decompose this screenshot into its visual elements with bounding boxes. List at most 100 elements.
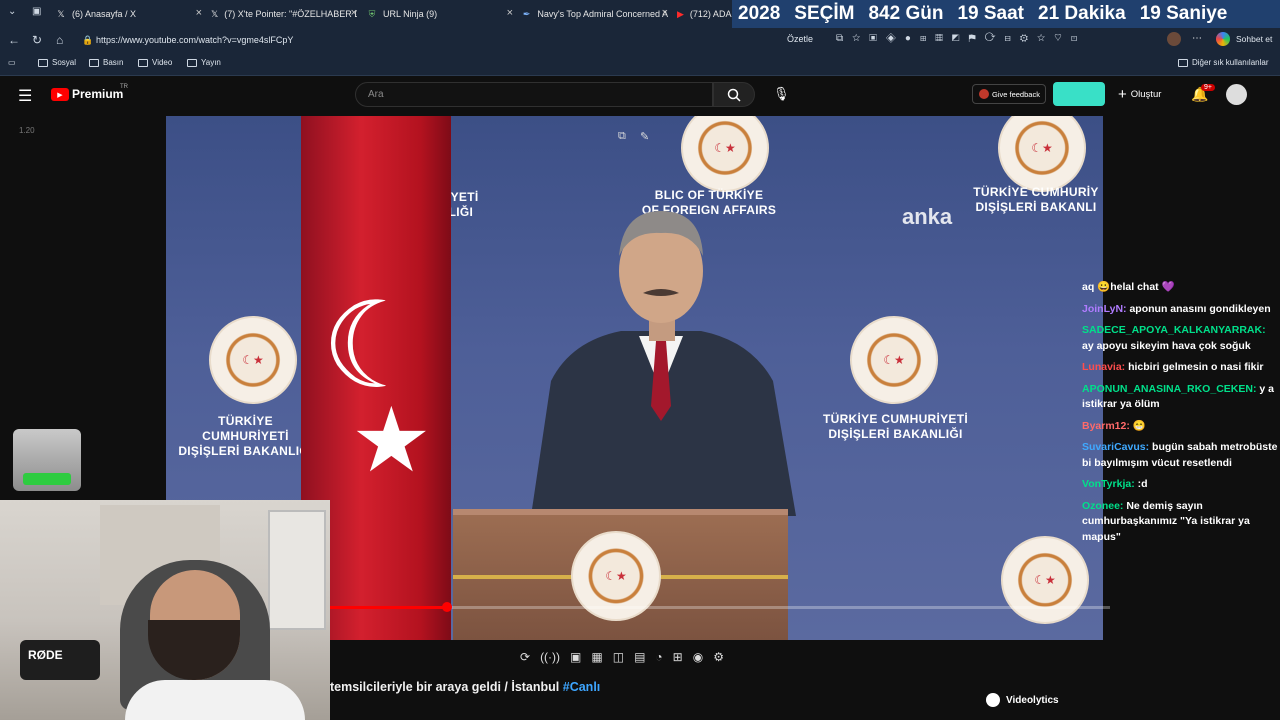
copilot-icon[interactable]: [1216, 32, 1230, 46]
speaker: [531, 211, 796, 516]
live-chat-overlay: aq 😀helal chat 💜 JoinLyN: aponun anasını …: [1082, 280, 1280, 640]
feather-icon: ✒: [522, 8, 531, 19]
countdown-hours: 19 Saat: [957, 3, 1024, 24]
search-button[interactable]: [713, 82, 755, 107]
microphone-icon[interactable]: 🎙: [773, 86, 790, 102]
left-panel: 1.20: [0, 116, 166, 500]
notification-badge: 9+: [1201, 84, 1215, 91]
x-logo-icon: 𝕏: [57, 8, 65, 19]
screenshot-icon[interactable]: ▣: [570, 650, 581, 664]
give-feedback-button[interactable]: Give feedback: [972, 84, 1046, 104]
bookmarks-app-icon[interactable]: ▭: [8, 58, 16, 67]
ministry-seal: [850, 316, 938, 404]
youtube-premium-logo[interactable]: Premium: [72, 87, 123, 101]
video-progress-bar[interactable]: [330, 602, 1110, 612]
progress-scrubber[interactable]: [442, 602, 452, 612]
tab-1[interactable]: 𝕏 (6) Anasayfa / X ×: [56, 4, 202, 24]
player-extension-toolbar: ⟳ ((·)) ▣ ▦ ◫ ▤ ◔ ⊞ ◉ ⚙: [330, 645, 1280, 669]
search-icon: [727, 88, 741, 102]
extension-toggle-button[interactable]: [1053, 82, 1105, 106]
pip-icon[interactable]: ⧉: [618, 130, 626, 143]
extension-icons[interactable]: ⧉☆▣◈●⊞▦◩⚑⟳⊟⚙☆♡⊡: [836, 33, 1086, 44]
edit-icon[interactable]: ✎: [640, 130, 649, 143]
loop-icon[interactable]: ⟳: [520, 650, 530, 664]
video-hashtag-link[interactable]: #Canlı: [563, 680, 601, 694]
chat-username[interactable]: Ozonee:: [1082, 500, 1126, 512]
streamer-shirt: [125, 680, 305, 720]
x-logo-icon: 𝕏: [211, 8, 219, 19]
calendar-icon[interactable]: ▦: [591, 650, 602, 664]
pip-toolbar-icon[interactable]: ◫: [613, 650, 624, 664]
captions-icon[interactable]: ▤: [634, 650, 645, 664]
crescent-icon: ☾: [321, 279, 429, 413]
bookmark-folder-sosyal[interactable]: Sosyal: [38, 58, 76, 67]
rewind-icon[interactable]: ⊞: [673, 650, 683, 664]
chat-username[interactable]: VonTyrkja:: [1082, 478, 1138, 490]
feedback-icon: [979, 89, 989, 99]
tab-title: Navy's Top Admiral Concerned A: [537, 9, 668, 19]
url-text: https://www.youtube.com/watch?v=vgme4slF…: [96, 35, 294, 45]
search-input[interactable]: Ara: [355, 82, 713, 107]
broadcaster-watermark: anka: [902, 204, 953, 229]
create-button[interactable]: + Oluştur: [1118, 86, 1161, 103]
close-icon[interactable]: ×: [507, 7, 513, 19]
hamburger-menu-icon[interactable]: ☰: [18, 86, 32, 106]
speed-icon[interactable]: ◔: [655, 650, 662, 664]
tab-2[interactable]: 𝕏 (7) X'te Pointer: "#ÖZELHABER Dı ×: [211, 4, 357, 24]
tab-4[interactable]: ✒ Navy's Top Admiral Concerned A ×: [522, 4, 668, 24]
youtube-logo-icon[interactable]: ▶: [51, 88, 69, 101]
tab-title: (6) Anasayfa / X: [72, 9, 137, 19]
countdown-seconds: 19 Saniye: [1139, 3, 1228, 24]
chat-text: :d: [1137, 478, 1148, 490]
reload-icon[interactable]: ↻: [32, 33, 42, 47]
workspaces-icon[interactable]: ▣: [32, 6, 41, 17]
chat-button[interactable]: Sohbet et: [1236, 34, 1272, 44]
audio-icon[interactable]: ((·)): [540, 650, 560, 664]
tab-3[interactable]: ⛨ URL Ninja (9) ×: [367, 4, 513, 24]
chat-username[interactable]: SADECE_APOYA_KALKANYARRAK:: [1082, 324, 1266, 336]
url-input[interactable]: 🔒 https://www.youtube.com/watch?v=vgme4s…: [78, 31, 778, 49]
videolytics-widget[interactable]: Videolytics: [986, 693, 1059, 707]
create-label: Oluştur: [1130, 89, 1162, 100]
account-avatar[interactable]: [1226, 84, 1247, 105]
back-icon[interactable]: ←: [8, 33, 20, 47]
home-icon[interactable]: ⌂: [56, 33, 63, 47]
camera-icon[interactable]: ◉: [693, 650, 703, 664]
star-icon: ★: [351, 391, 432, 491]
overlay-jar-widget: [13, 429, 81, 491]
ministry-text-right: TÜRKİYE CUMHURİYETİ DIŞİŞLERİ BAKANLIĞI: [822, 412, 969, 441]
close-icon[interactable]: ×: [662, 7, 668, 19]
summarize-button[interactable]: Özetle: [787, 34, 813, 44]
close-icon[interactable]: ×: [196, 7, 202, 19]
jar-fill: [23, 473, 71, 485]
chat-message: SADECE_APOYA_KALKANYARRAK: ay apoyu sike…: [1082, 323, 1280, 354]
bookmark-folder-basin[interactable]: Basın: [89, 58, 123, 67]
settings-gear-icon[interactable]: ⚙: [713, 650, 724, 664]
tab-menu-icon[interactable]: ⌄: [8, 6, 16, 17]
chat-username[interactable]: Lunavia:: [1082, 361, 1128, 373]
videolytics-label: Videolytics: [1006, 694, 1059, 706]
bookmark-folder-video[interactable]: Video: [138, 58, 172, 67]
chat-username[interactable]: Byarm12:: [1082, 420, 1133, 432]
chat-message: APONUN_ANASINA_RKO_CEKEN: y a istikrar y…: [1082, 382, 1280, 413]
tab-5[interactable]: ▶ (712) ADAI: [677, 4, 732, 24]
chat-username[interactable]: SuvariCavus:: [1082, 441, 1152, 453]
chat-message: Lunavia: hicbiri gelmesin o nasi fikir: [1082, 360, 1280, 376]
region-code: TR: [120, 84, 128, 90]
plus-icon: +: [1118, 86, 1127, 103]
close-icon[interactable]: ×: [351, 7, 357, 19]
mic-brand-label: RØDE: [28, 648, 63, 662]
folder-icon: [187, 58, 197, 67]
profile-avatar[interactable]: [1167, 32, 1181, 46]
bookmark-folder-yayin[interactable]: Yayın: [187, 58, 221, 67]
election-countdown-banner: 2028 SEÇİM 842 Gün 19 Saat 21 Dakika 19 …: [732, 0, 1280, 28]
chat-username[interactable]: APONUN_ANASINA_RKO_CEKEN:: [1082, 383, 1259, 395]
chat-username[interactable]: JoinLyN:: [1082, 303, 1129, 315]
menu-dots-icon[interactable]: ⋯: [1192, 33, 1202, 44]
bookmark-folder-other[interactable]: Diğer sık kullanılanlar: [1178, 58, 1268, 67]
countdown-days: 842 Gün: [868, 3, 944, 24]
video-title-text: temsilcileriyle bir araya geldi / İstanb…: [330, 680, 560, 694]
chat-message: Ozonee: Ne demiş sayın cumhurbaşkanımız …: [1082, 499, 1280, 546]
bookmark-label: Video: [152, 58, 173, 67]
left-time-label: 1.20: [19, 126, 35, 135]
